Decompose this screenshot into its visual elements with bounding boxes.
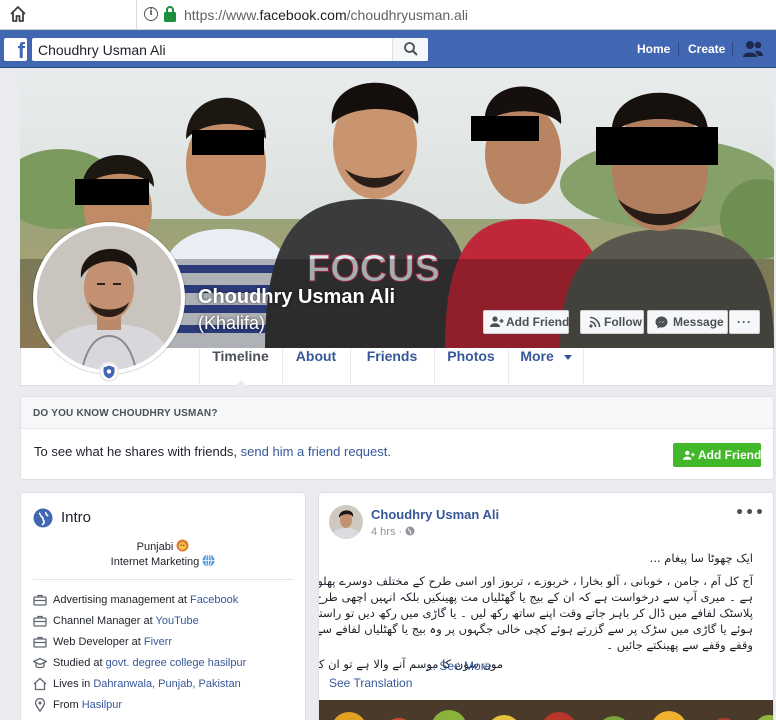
redaction-bar bbox=[75, 179, 149, 205]
friend-suggestion-text: To see what he shares with friends, send… bbox=[34, 444, 391, 459]
globe-emoji-icon bbox=[202, 554, 215, 567]
friend-suggestion-box: DO YOU KNOW CHOUDHRY USMAN? To see what … bbox=[20, 396, 774, 480]
post-text-line: ایک چھوٹا سا پیغام ... bbox=[649, 551, 753, 565]
tab-timeline[interactable]: Timeline bbox=[199, 348, 281, 386]
nav-home[interactable]: Home bbox=[637, 30, 670, 68]
search-button[interactable] bbox=[392, 38, 428, 61]
see-more-link[interactable]: ... See More bbox=[426, 659, 491, 673]
post-text-line: پلاسٹک لفافے میں ڈال کر باہر جاتے وقت اپ… bbox=[319, 606, 753, 620]
redaction-bar bbox=[596, 127, 718, 165]
home-icon[interactable] bbox=[8, 4, 28, 24]
post-card: Choudhry Usman Ali 4 hrs · ••• ایک چھوٹا… bbox=[318, 492, 774, 720]
post-text-line: آج کل آم ، جامن ، خوبانی ، آلو بخارا ، خ… bbox=[319, 574, 753, 588]
browser-address-bar: i https://www.facebook.com/choudhryusman… bbox=[0, 0, 776, 30]
post-text-line: وقفے وقفے سے پھینکتے جائیں ۔ bbox=[606, 638, 753, 652]
intro-link[interactable]: Facebook bbox=[190, 594, 238, 606]
search-input[interactable] bbox=[32, 38, 390, 61]
search-icon bbox=[404, 42, 418, 56]
post-photo[interactable] bbox=[319, 700, 774, 720]
intro-bio-line: Internet Marketing bbox=[21, 554, 305, 568]
tab-friends[interactable]: Friends bbox=[350, 348, 433, 385]
follow-button[interactable]: Follow bbox=[580, 310, 644, 334]
profile-alternate-name: (Khalifa) bbox=[198, 313, 266, 333]
verification-shield-icon[interactable] bbox=[99, 362, 119, 382]
add-friend-icon bbox=[683, 450, 695, 460]
facebook-top-bar: f Home Create bbox=[0, 30, 776, 68]
add-friend-icon bbox=[490, 316, 504, 327]
globe-privacy-icon bbox=[405, 526, 415, 536]
tab-more[interactable]: More bbox=[508, 348, 584, 385]
post-author-name[interactable]: Choudhry Usman Ali bbox=[371, 507, 499, 522]
nav-separator bbox=[678, 42, 679, 56]
rss-follow-icon bbox=[589, 316, 601, 328]
tab-photos[interactable]: Photos bbox=[434, 348, 507, 385]
friend-request-link[interactable]: send him a friend request. bbox=[241, 444, 391, 459]
post-author-avatar[interactable] bbox=[329, 505, 363, 539]
search-box bbox=[32, 38, 428, 61]
friend-suggestion-header: DO YOU KNOW CHOUDHRY USMAN? bbox=[21, 397, 773, 429]
intro-bio-line: Punjabi bbox=[21, 539, 305, 553]
intro-link[interactable]: Dahranwala, Punjab, Pakistan bbox=[93, 678, 240, 690]
add-friend-button[interactable]: Add Friend bbox=[483, 310, 569, 334]
lion-emoji-icon bbox=[176, 539, 189, 552]
briefcase-icon bbox=[33, 594, 47, 606]
facebook-logo-icon[interactable]: f bbox=[4, 38, 27, 61]
nav-create[interactable]: Create bbox=[688, 30, 725, 68]
url-field[interactable]: https://www.facebook.com/choudhryusman.a… bbox=[184, 7, 468, 23]
dropdown-arrow-icon bbox=[563, 354, 572, 360]
message-label: Message bbox=[673, 315, 724, 329]
post-timestamp[interactable]: 4 hrs · bbox=[371, 526, 415, 538]
intro-title: Intro bbox=[61, 509, 92, 526]
redaction-bar bbox=[192, 130, 264, 155]
tab-about[interactable]: About bbox=[282, 348, 349, 385]
lock-icon[interactable] bbox=[163, 5, 177, 23]
message-button[interactable]: Message bbox=[647, 310, 728, 334]
add-friend-green-button[interactable]: Add Friend bbox=[673, 443, 761, 467]
site-info-icon[interactable]: i bbox=[144, 7, 158, 21]
profile-picture[interactable] bbox=[33, 222, 185, 374]
intro-card: Intro Punjabi Internet Marketing Adverti… bbox=[20, 492, 306, 720]
briefcase-icon bbox=[33, 636, 47, 648]
globe-icon bbox=[33, 508, 53, 528]
profile-photo bbox=[37, 226, 181, 370]
see-translation-link[interactable]: See Translation bbox=[329, 676, 412, 690]
intro-link[interactable]: YouTube bbox=[156, 615, 199, 627]
post-text-line: ہے ۔ میری آپ سے درخواست ہے کہ ان کے بیج … bbox=[319, 590, 753, 604]
post-options-button[interactable]: ••• bbox=[735, 505, 765, 521]
more-options-button[interactable]: ··· bbox=[729, 310, 760, 334]
follow-label: Follow bbox=[604, 315, 642, 329]
briefcase-icon bbox=[33, 615, 47, 627]
intro-link[interactable]: Hasilpur bbox=[82, 699, 122, 711]
nav-separator bbox=[732, 42, 733, 56]
redaction-bar bbox=[471, 116, 539, 141]
tab-more-label: More bbox=[520, 348, 554, 364]
graduation-cap-icon bbox=[33, 657, 47, 669]
messenger-icon bbox=[655, 316, 668, 329]
add-friend-green-label: Add Friend bbox=[698, 448, 762, 462]
home-icon bbox=[33, 677, 47, 691]
intro-divider bbox=[33, 579, 293, 580]
profile-name[interactable]: Choudhry Usman Ali bbox=[198, 286, 395, 309]
add-friend-label: Add Friend bbox=[506, 315, 570, 329]
location-pin-icon bbox=[34, 698, 46, 712]
intro-link[interactable]: govt. degree college hasilpur bbox=[106, 657, 247, 669]
friend-requests-icon[interactable] bbox=[742, 40, 764, 58]
post-text-line: ہوئے یا گاڑی میں سڑک پر سے گزرتے ہوئے کچ… bbox=[318, 622, 753, 636]
toolbar-divider bbox=[136, 0, 137, 30]
intro-link[interactable]: Fiverr bbox=[144, 636, 172, 648]
